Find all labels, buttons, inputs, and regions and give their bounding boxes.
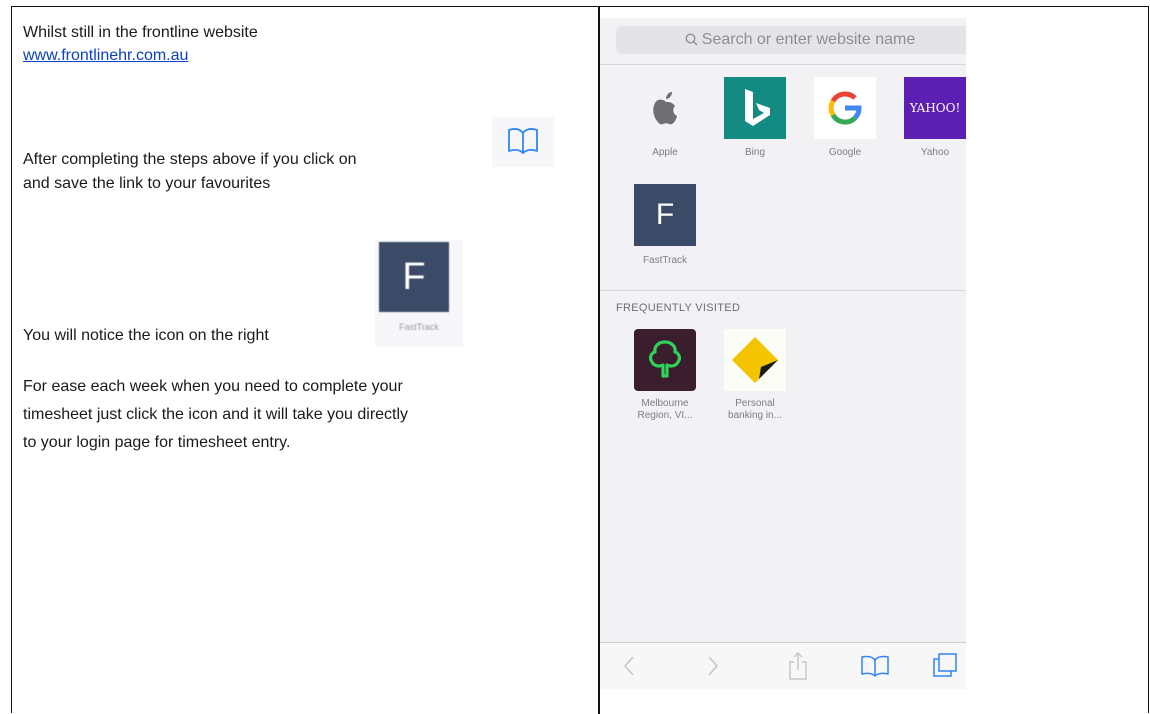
favorite-label: Yahoo	[920, 147, 950, 158]
frequent-label: Melbourne Region, VI...	[634, 398, 696, 422]
search-placeholder: Search or enter website name	[701, 31, 916, 48]
favorite-label: FastTrack	[642, 255, 688, 266]
safari-screenshot: Search or enter website name Apple Bing	[600, 18, 966, 689]
instructions-cell: Whilst still in the frontline website ww…	[12, 7, 598, 714]
commbank-icon	[724, 329, 786, 391]
instruction-line-4b: timesheet just click the icon and it wil…	[23, 406, 409, 423]
apple-icon	[634, 77, 696, 139]
frequent-label-line1: Personal	[735, 398, 775, 409]
fasttrack-icon-preview: F FastTrack	[375, 240, 463, 347]
frequently-visited-title: FREQUENTLY VISITED	[616, 302, 741, 314]
safari-toolbar	[600, 642, 966, 689]
instruction-line-2b: and save the link to your favourites	[23, 175, 271, 192]
google-icon	[814, 77, 876, 139]
frontline-website-link[interactable]: www.frontlinehr.com.au	[23, 47, 188, 64]
instruction-line-2a: After completing the steps above if you …	[23, 151, 357, 168]
search-icon	[685, 33, 698, 46]
tree-icon	[634, 329, 696, 391]
favorite-bing[interactable]: Bing	[724, 77, 786, 159]
frequent-label: Personal banking in...	[724, 398, 786, 422]
frequent-commbank[interactable]: Personal banking in...	[724, 329, 786, 422]
bing-icon	[724, 77, 786, 139]
bookmarks-icon[interactable]	[860, 655, 890, 682]
favorite-fasttrack[interactable]: F FastTrack	[634, 184, 696, 267]
favorite-yahoo[interactable]: YAHOO! Yahoo	[904, 77, 966, 159]
frequent-label-line2: banking in...	[728, 410, 782, 421]
separator	[600, 64, 966, 65]
search-bar[interactable]: Search or enter website name	[616, 26, 966, 54]
favorite-label: Apple	[652, 147, 678, 158]
instruction-line-4a: For ease each week when you need to comp…	[23, 378, 403, 395]
share-icon[interactable]	[788, 651, 808, 686]
favorite-label: Google	[828, 147, 862, 158]
website-link-para: www.frontlinehr.com.au	[23, 44, 188, 68]
frequent-label-line2: Region, VI...	[637, 410, 693, 421]
back-icon[interactable]	[622, 655, 636, 682]
tabs-icon[interactable]	[932, 652, 958, 683]
favorite-google[interactable]: Google	[814, 77, 876, 159]
book-icon	[492, 117, 554, 167]
fasttrack-icon: F	[634, 184, 696, 246]
forward-icon[interactable]	[706, 655, 720, 682]
favorite-apple[interactable]: Apple	[634, 77, 696, 159]
instruction-line-4c: to your login page for timesheet entry.	[23, 434, 291, 451]
fasttrack-icon-caption: FastTrack	[399, 322, 439, 332]
instruction-line-1: Whilst still in the frontline website	[23, 24, 258, 41]
instruction-line-3: You will notice the icon on the right	[23, 327, 269, 344]
fasttrack-icon: F	[379, 242, 449, 312]
frequent-melbourne[interactable]: Melbourne Region, VI...	[634, 329, 696, 422]
separator	[600, 290, 966, 291]
favorite-label: Bing	[744, 147, 765, 158]
frequent-label-line1: Melbourne	[641, 398, 689, 409]
yahoo-icon: YAHOO!	[904, 77, 966, 139]
document-table: Whilst still in the frontline website ww…	[11, 6, 1149, 714]
